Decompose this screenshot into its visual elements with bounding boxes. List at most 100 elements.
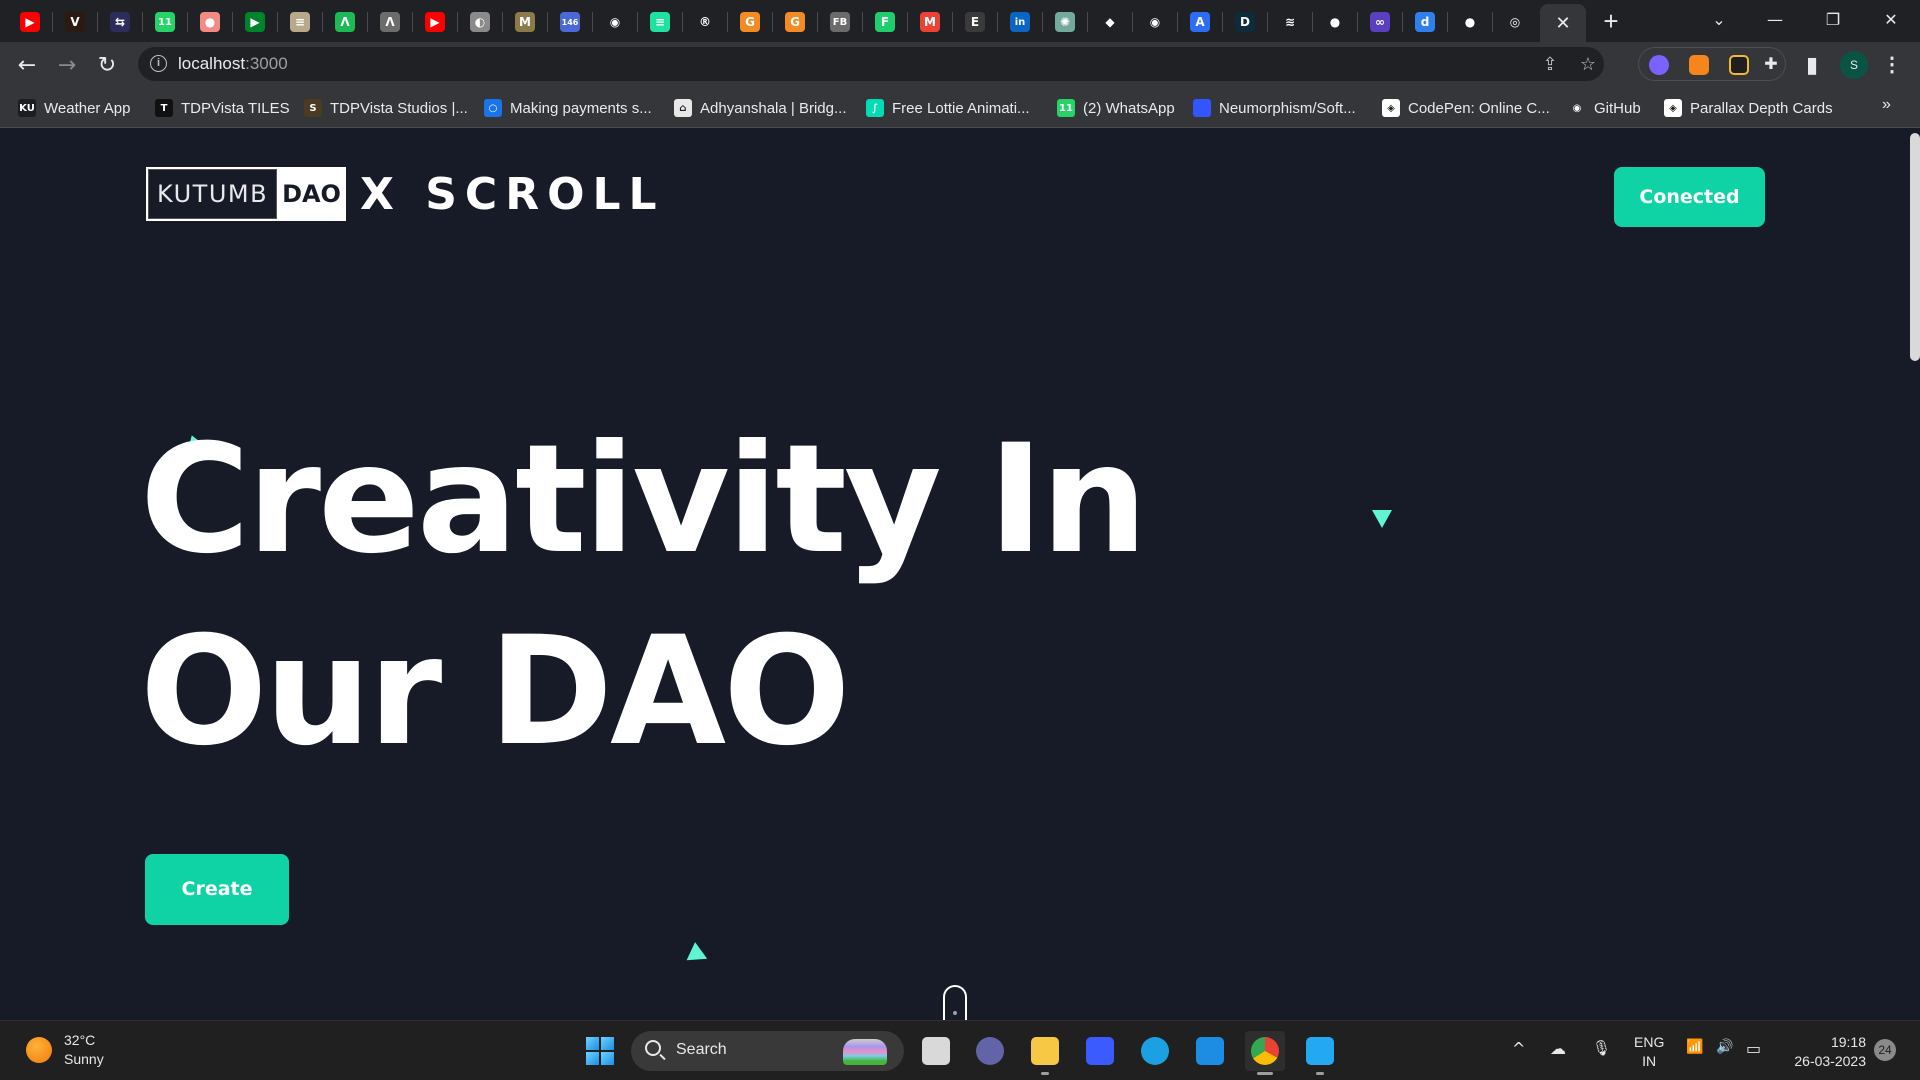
bookmark-item[interactable]: S TDPVista Studios |... [304, 96, 468, 120]
puzzle-extensions-icon[interactable]: ✚ [1761, 55, 1781, 75]
taskbar-app[interactable] [1025, 1031, 1065, 1075]
restore-button[interactable]: ❐ [1810, 4, 1856, 34]
bnb-extension-icon[interactable] [1729, 55, 1749, 75]
new-tab-button[interactable]: + [1597, 8, 1625, 36]
pinned-tab[interactable]: ▶ [233, 8, 277, 36]
chrome-icon: ◎ [1505, 12, 1525, 32]
pinned-tab[interactable]: ≡ [278, 8, 322, 36]
pinned-tab[interactable]: E [953, 8, 997, 36]
pinned-tab[interactable]: ≋ [1268, 8, 1312, 36]
green-a-icon: Λ [335, 12, 355, 32]
phantom-extension-icon[interactable] [1649, 55, 1669, 75]
pinned-tab[interactable]: D [1223, 8, 1267, 36]
pinned-tab[interactable]: ◐ [458, 8, 502, 36]
close-tab-icon[interactable]: ✕ [1555, 13, 1570, 34]
pinned-tab[interactable]: Λ [368, 8, 412, 36]
site-logo[interactable]: KUTUMB DAO X SCROLL [146, 167, 665, 221]
taskbar-app[interactable] [1190, 1031, 1230, 1071]
taskbar-app[interactable] [1300, 1031, 1340, 1075]
bookmark-item[interactable]: Neumorphism/Soft... [1193, 96, 1356, 120]
profile-avatar[interactable]: S [1840, 51, 1868, 79]
pinned-tab[interactable]: ◎ [1493, 8, 1537, 36]
taskbar-app[interactable] [1080, 1031, 1120, 1071]
pinned-tab[interactable]: V [53, 8, 97, 36]
volume-icon[interactable]: 🔊 [1716, 1039, 1733, 1055]
pinned-tab[interactable]: G [728, 8, 772, 36]
onedrive-icon[interactable]: ☁ [1550, 1039, 1566, 1058]
pinned-tab[interactable]: in [998, 8, 1042, 36]
taskbar-app[interactable] [916, 1031, 956, 1071]
page-scrollbar[interactable] [1906, 129, 1920, 1020]
start-button[interactable] [586, 1037, 614, 1065]
bookmark-item[interactable]: 11 (2) WhatsApp [1057, 96, 1175, 120]
battery-icon[interactable]: ▭ [1746, 1039, 1761, 1058]
metamask-extension-icon[interactable] [1689, 55, 1709, 75]
bookmark-item[interactable]: ◈ CodePen: Online C... [1382, 96, 1550, 120]
bookmark-star-icon[interactable]: ☆ [1576, 53, 1600, 77]
language-indicator[interactable]: ENG IN [1634, 1033, 1664, 1071]
hero-title-line-2: Our DAO [140, 605, 851, 779]
pinned-tab[interactable]: ◉ [1133, 8, 1177, 36]
scroll-down-mouse-icon[interactable] [943, 985, 967, 1020]
pinned-tab[interactable]: 146 [548, 8, 592, 36]
bookmark-item[interactable]: ◉ GitHub [1568, 96, 1641, 120]
bookmark-label: Free Lottie Animati... [892, 99, 1030, 117]
reload-button[interactable]: ↻ [92, 50, 122, 80]
scrollbar-thumb[interactable] [1910, 133, 1920, 361]
taskbar-app[interactable] [1245, 1031, 1285, 1075]
site-info-icon[interactable]: i [150, 55, 167, 72]
pinned-tab[interactable]: ∞ [1358, 8, 1402, 36]
show-hidden-icons-chevron[interactable]: ^ [1512, 1039, 1525, 1058]
active-tab[interactable]: ✕ [1540, 4, 1586, 42]
pinned-tab[interactable]: ◆ [1088, 8, 1132, 36]
window-close-button[interactable]: ✕ [1868, 4, 1914, 34]
minimize-button[interactable]: — [1752, 4, 1798, 34]
pinned-tab[interactable]: ⇆ [98, 8, 142, 36]
pinned-tab[interactable]: ≡ [638, 8, 682, 36]
pinned-tab[interactable]: ▶ [413, 8, 457, 36]
whatsapp-icon: 11 [1057, 99, 1075, 117]
pinned-tab[interactable]: FB [818, 8, 862, 36]
weather-widget[interactable]: 32°C Sunny [26, 1031, 104, 1069]
forward-button[interactable]: → [52, 50, 82, 80]
chrome-menu-icon[interactable]: ⋮ [1882, 51, 1902, 79]
pinned-tab[interactable]: M [908, 8, 952, 36]
bookmark-item[interactable]: ◈ Parallax Depth Cards [1664, 96, 1833, 120]
bookmark-item[interactable]: T TDPVista TILES [155, 96, 290, 120]
bookmark-item[interactable]: ○ Making payments s... [484, 96, 652, 120]
create-button[interactable]: Create [145, 854, 289, 925]
pinned-tab[interactable]: 11 [143, 8, 187, 36]
taskbar-app[interactable] [1135, 1031, 1175, 1071]
side-panel-icon[interactable]: ▮ [1797, 50, 1827, 80]
pinned-tab[interactable]: d [1403, 8, 1447, 36]
pinned-tab[interactable]: G [773, 8, 817, 36]
notification-count-badge[interactable]: 24 [1874, 1039, 1896, 1061]
pinned-tab[interactable]: ● [1313, 8, 1357, 36]
pinned-tab[interactable]: ● [1448, 8, 1492, 36]
url-text[interactable]: localhost:3000 [178, 54, 288, 74]
more-bookmarks-button[interactable]: » [1882, 96, 1891, 114]
share-icon[interactable]: ⇪ [1538, 53, 1562, 77]
address-bar[interactable]: i localhost:3000 ⇪ ☆ [138, 47, 1604, 81]
pinned-tab[interactable]: ◉ [593, 8, 637, 36]
bookmark-item[interactable]: ∫ Free Lottie Animati... [866, 96, 1030, 120]
pinned-tab[interactable]: F [863, 8, 907, 36]
pinned-tab[interactable]: ✺ [1043, 8, 1087, 36]
pinned-tab[interactable]: ▶ [8, 8, 52, 36]
browser-toolbar: ← → ↻ i localhost:3000 ⇪ ☆ ✚ ▮ S ⋮ [0, 42, 1920, 88]
pinned-tab[interactable]: ● [188, 8, 232, 36]
connect-wallet-button[interactable]: Conected [1614, 167, 1765, 227]
taskbar-app[interactable] [970, 1031, 1010, 1071]
bookmark-item[interactable]: KU Weather App [18, 96, 130, 120]
system-clock[interactable]: 19:18 26-03-2023 [1782, 1033, 1866, 1071]
wifi-icon[interactable]: 📶 [1686, 1039, 1703, 1055]
microphone-icon[interactable]: 🎙 [1592, 1039, 1611, 1057]
back-button[interactable]: ← [12, 50, 42, 80]
bookmark-item[interactable]: ⌂ Adhyanshala | Bridg... [674, 96, 846, 120]
pinned-tab[interactable]: M [503, 8, 547, 36]
pinned-tab[interactable]: Λ [323, 8, 367, 36]
pinned-tab[interactable]: A [1178, 8, 1222, 36]
taskbar-search[interactable]: Search [631, 1031, 904, 1071]
pinned-tab[interactable]: ® [683, 8, 727, 36]
tab-search-button[interactable]: ⌄ [1696, 4, 1742, 34]
